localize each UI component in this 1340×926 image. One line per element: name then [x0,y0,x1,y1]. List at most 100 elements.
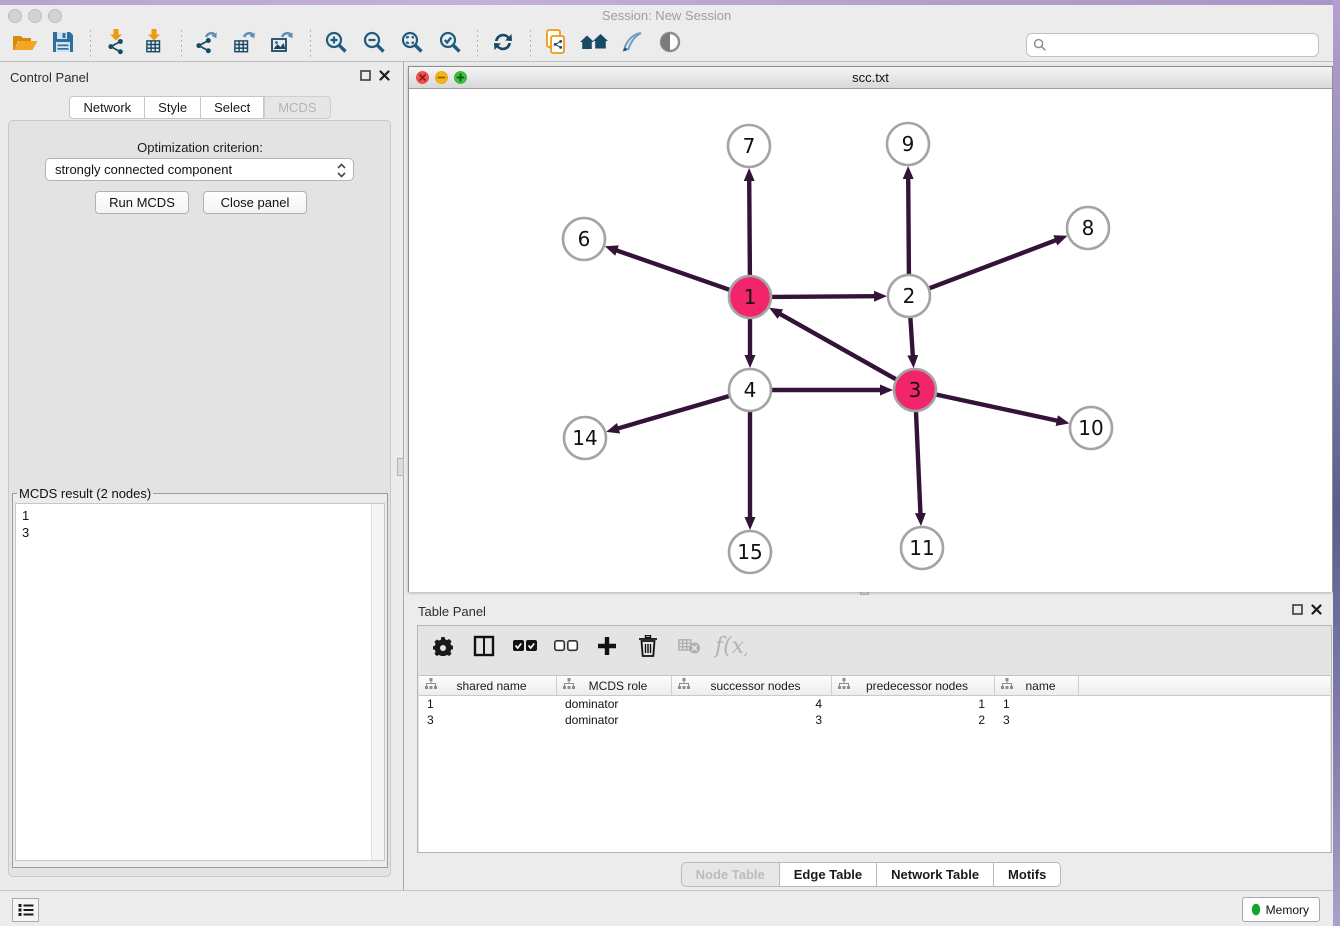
node-3[interactable]: 3 [894,369,936,411]
export-table-button[interactable] [230,31,260,59]
apply-style-button[interactable] [617,31,647,59]
column-label: shared name [437,679,556,693]
panel-divider [403,62,404,890]
edge-3-10[interactable] [937,395,1059,421]
edge-1-2[interactable] [772,296,876,297]
table-row[interactable]: 1dominator411 [419,696,1330,712]
close-table-panel-icon[interactable] [1311,604,1322,615]
node-9[interactable]: 9 [887,123,929,165]
search-input[interactable] [1051,35,1318,55]
tab-edge-table[interactable]: Edge Table [780,862,877,887]
table-tabs: Node Table Edge Table Network Table Moti… [408,862,1334,887]
node-1[interactable]: 1 [729,276,771,318]
tab-motifs[interactable]: Motifs [994,862,1061,887]
show-graphics-details-button[interactable] [655,31,685,59]
run-mcds-button[interactable]: Run MCDS [95,191,189,214]
open-session-button[interactable] [10,31,40,59]
zoom-selected-button[interactable] [435,31,465,59]
duplicate-network-icon [544,29,568,60]
panel-divider-handle[interactable] [397,458,404,476]
node-label: 6 [578,227,591,251]
column-header-name[interactable]: name [995,676,1079,695]
duplicate-network-button[interactable] [541,31,571,59]
float-table-panel-icon[interactable] [1292,604,1303,615]
column-type-icon [672,678,690,693]
deselect-all-button[interactable] [553,635,579,661]
zoom-out-button[interactable] [359,31,389,59]
float-panel-icon[interactable] [360,70,371,81]
node-11[interactable]: 11 [901,527,943,569]
table-cell: 3 [995,712,1079,728]
add-row-button[interactable] [594,635,620,661]
mcds-result-textarea[interactable]: 1 3 [15,503,385,861]
edge-2-8[interactable] [930,240,1058,289]
table-settings-icon [433,636,453,661]
table-row[interactable]: 3dominator323 [419,712,1330,728]
edge-1-6[interactable] [615,250,729,290]
zoom-fit-button[interactable] [397,31,427,59]
mcds-result-lines: 1 3 [16,504,384,544]
export-network-button[interactable] [192,31,222,59]
edge-2-3[interactable] [910,318,913,357]
control-panel-tabs: Network Style Select MCDS [0,96,400,119]
show-columns-button[interactable] [471,635,497,661]
close-panel-button[interactable]: Close panel [203,191,307,214]
node-label: 15 [737,540,762,564]
node-label: 4 [744,378,757,402]
edge-3-11[interactable] [916,412,921,515]
show-graphics-details-icon [659,31,681,58]
node-15[interactable]: 15 [729,531,771,573]
edge-3-1[interactable] [779,313,896,379]
memory-button[interactable]: Memory [1242,897,1320,922]
table-settings-button[interactable] [430,635,456,661]
optimization-criterion-select[interactable]: strongly connected component [45,158,354,181]
node-8[interactable]: 8 [1067,207,1109,249]
node-10[interactable]: 10 [1070,407,1112,449]
column-header-MCDS-role[interactable]: MCDS role [557,676,672,695]
network-graph: 7 9 6 8 1 2 4 3 14 10 15 11 [409,89,1332,592]
tab-network-table[interactable]: Network Table [877,862,994,887]
node-2[interactable]: 2 [888,275,930,317]
edge-1-7[interactable] [749,179,750,275]
toolbar-separator [181,30,182,60]
import-network-button[interactable] [101,31,131,59]
tab-mcds[interactable]: MCDS [264,96,330,119]
table-cell: dominator [557,712,672,728]
table-toolbar: f(x) [418,626,1331,670]
delete-row-button[interactable] [635,635,661,661]
home-layout-button[interactable] [579,31,609,59]
export-image-button[interactable] [268,31,298,59]
table-cell: 4 [672,696,832,712]
table-cell: 2 [832,712,995,728]
edge-4-14[interactable] [617,396,729,429]
select-all-button[interactable] [512,635,538,661]
select-stepper-icon [336,162,347,182]
result-scrollbar[interactable] [371,504,384,860]
tab-node-table[interactable]: Node Table [681,862,780,887]
node-14[interactable]: 14 [564,417,606,459]
select-all-icon [512,639,538,658]
node-7[interactable]: 7 [728,125,770,167]
edge-2-9[interactable] [908,177,909,274]
search-icon [1033,38,1047,52]
refresh-layout-button[interactable] [488,31,518,59]
save-session-button[interactable] [48,31,78,59]
column-header-successor-nodes[interactable]: successor nodes [672,676,832,695]
import-table-icon [141,29,167,60]
zoom-in-button[interactable] [321,31,351,59]
import-table-button[interactable] [139,31,169,59]
main-toolbar [0,28,1333,62]
close-panel-icon[interactable] [379,70,390,81]
tab-network[interactable]: Network [69,96,145,119]
node-4[interactable]: 4 [729,369,771,411]
main-titlebar: Session: New Session [0,5,1333,29]
column-header-shared-name[interactable]: shared name [419,676,557,695]
status-bar: Memory [0,890,1333,926]
tab-style[interactable]: Style [145,96,201,119]
tab-select[interactable]: Select [201,96,264,119]
node-6[interactable]: 6 [563,218,605,260]
column-header-predecessor-nodes[interactable]: predecessor nodes [832,676,995,695]
zoom-out-icon [362,30,386,59]
task-history-button[interactable] [12,898,39,922]
network-canvas[interactable]: 7 9 6 8 1 2 4 3 14 10 15 11 [409,89,1332,592]
